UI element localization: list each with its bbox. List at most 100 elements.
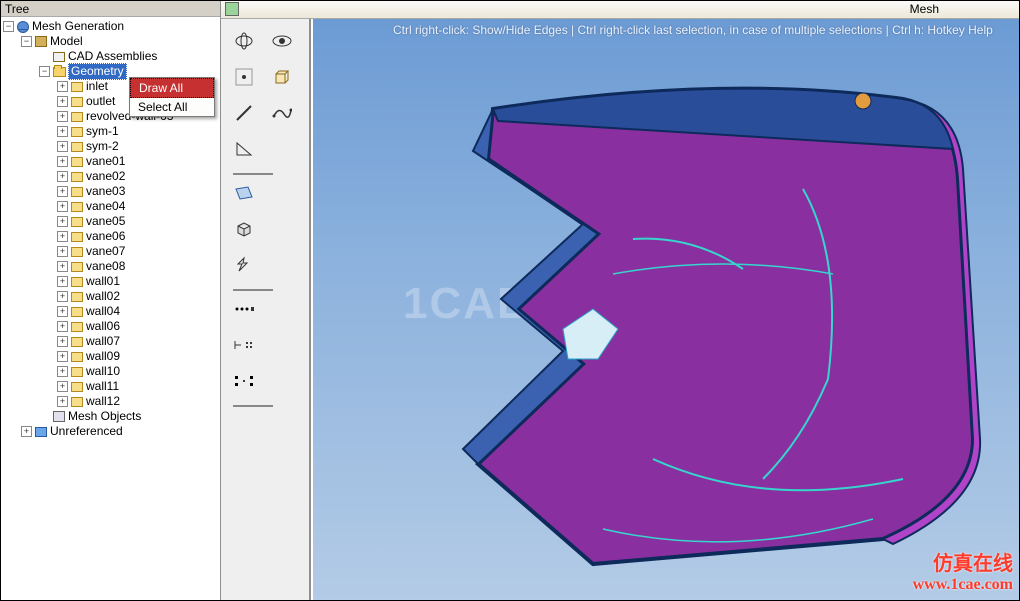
- solid-tool-icon[interactable]: [231, 217, 257, 241]
- triangle-tool-icon[interactable]: [231, 137, 257, 161]
- tree-label: wall12: [85, 394, 121, 409]
- tree-node-geometry-item[interactable]: + wall02: [3, 289, 220, 304]
- globe-icon: [17, 21, 29, 33]
- surface-icon: [71, 187, 83, 197]
- tree-label: wall09: [85, 349, 121, 364]
- tree-node-geometry-item[interactable]: + vane03: [3, 184, 220, 199]
- expand-icon[interactable]: +: [57, 351, 68, 362]
- expand-icon[interactable]: +: [57, 396, 68, 407]
- expand-icon[interactable]: +: [57, 306, 68, 317]
- tree-label: wall07: [85, 334, 121, 349]
- expand-icon[interactable]: +: [57, 201, 68, 212]
- orbit-tool-icon[interactable]: [231, 29, 257, 53]
- eye-tool-icon[interactable]: [269, 29, 295, 53]
- tree-label: wall02: [85, 289, 121, 304]
- expand-icon[interactable]: +: [57, 96, 68, 107]
- tree-node-geometry-item[interactable]: + wall04: [3, 304, 220, 319]
- tree-node-geometry-item[interactable]: +vane04: [3, 199, 220, 214]
- tree-label: wall11: [85, 379, 120, 394]
- surface-icon: [71, 247, 83, 257]
- plane-tool-icon[interactable]: [231, 181, 257, 205]
- tree-node-geometry-item[interactable]: + wall01: [3, 274, 220, 289]
- vertical-toolbox: [221, 19, 311, 600]
- expand-icon[interactable]: −: [21, 36, 32, 47]
- bracket-tool-icon[interactable]: [231, 333, 257, 357]
- tree-node-geometry-item[interactable]: +vane05: [3, 214, 220, 229]
- dots-tool-icon[interactable]: [231, 297, 257, 321]
- menu-item-draw-all[interactable]: Draw All: [130, 78, 214, 98]
- surface-icon: [71, 307, 83, 317]
- folder-icon: [53, 67, 66, 77]
- tree-label: vane03: [85, 184, 126, 199]
- expand-icon[interactable]: +: [57, 111, 68, 122]
- box-tool-icon[interactable]: [269, 65, 295, 89]
- expand-icon[interactable]: +: [57, 321, 68, 332]
- tree-node-model[interactable]: − Model: [3, 34, 220, 49]
- tree-node-root[interactable]: − Mesh Generation: [3, 19, 220, 34]
- tree-label: wall10: [85, 364, 121, 379]
- expand-icon[interactable]: +: [21, 426, 32, 437]
- tree-node-geometry-item[interactable]: + wall10: [3, 364, 220, 379]
- tree-node-geometry-item[interactable]: + wall07: [3, 334, 220, 349]
- expand-icon[interactable]: −: [3, 21, 14, 32]
- expand-icon[interactable]: +: [57, 261, 68, 272]
- tree-node-geometry-item[interactable]: +vane08: [3, 259, 220, 274]
- expand-icon[interactable]: +: [57, 126, 68, 137]
- surface-icon: [71, 367, 83, 377]
- tree-node-geometry-item[interactable]: + wall12: [3, 394, 220, 409]
- surface-icon: [71, 397, 83, 407]
- tree-label: wall04: [85, 304, 121, 319]
- expand-icon[interactable]: +: [57, 291, 68, 302]
- expand-icon[interactable]: +: [57, 366, 68, 377]
- tree-node-geometry-item[interactable]: + sym-2: [3, 139, 220, 154]
- tree-node-geometry-item[interactable]: + wall06: [3, 319, 220, 334]
- expand-icon[interactable]: +: [57, 336, 68, 347]
- expand-icon[interactable]: +: [57, 246, 68, 257]
- expand-icon[interactable]: −: [39, 66, 50, 77]
- tree-label: sym-2: [85, 139, 120, 154]
- viewport-title: Mesh: [910, 2, 939, 16]
- tree-node-geometry-item[interactable]: +vane07: [3, 244, 220, 259]
- tree-label: wall06: [85, 319, 121, 334]
- viewport-titlebar: Mesh: [221, 1, 1019, 19]
- viewport-3d[interactable]: Ctrl right-click: Show/Hide Edges | Ctrl…: [311, 19, 1019, 600]
- surface-icon: [71, 232, 83, 242]
- surface-icon: [71, 352, 83, 362]
- tree-node-geometry-item[interactable]: +vane01: [3, 154, 220, 169]
- surface-icon: [71, 277, 83, 287]
- surface-icon: [71, 157, 83, 167]
- tree-label: vane02: [85, 169, 126, 184]
- expand-icon[interactable]: +: [57, 381, 68, 392]
- expand-icon[interactable]: +: [57, 186, 68, 197]
- curve-tool-icon[interactable]: [269, 101, 295, 125]
- expand-icon[interactable]: +: [57, 141, 68, 152]
- separator-icon: [233, 289, 297, 293]
- expand-icon[interactable]: +: [57, 231, 68, 242]
- expand-icon[interactable]: +: [57, 156, 68, 167]
- tree-label: wall01: [85, 274, 121, 289]
- titlebar-slot-icon: [225, 2, 239, 16]
- handles-tool-icon[interactable]: [231, 369, 257, 393]
- geometry-render: [383, 59, 1003, 579]
- tree-node-geometry-item[interactable]: +vane06: [3, 229, 220, 244]
- tree-node-geometry-item[interactable]: + wall09: [3, 349, 220, 364]
- tree-node-unreferenced[interactable]: + Unreferenced: [3, 424, 220, 439]
- expand-icon[interactable]: +: [57, 81, 68, 92]
- point-tool-icon[interactable]: [231, 65, 257, 89]
- line-tool-icon[interactable]: [231, 101, 257, 125]
- context-menu: Draw All Select All: [129, 77, 215, 117]
- model-icon: [35, 36, 47, 47]
- surface-icon: [71, 172, 83, 182]
- tree-node-geometry-item[interactable]: + vane02: [3, 169, 220, 184]
- menu-item-select-all[interactable]: Select All: [130, 98, 214, 116]
- tree-node-mesh-objects[interactable]: Mesh Objects: [3, 409, 220, 424]
- expand-icon[interactable]: +: [57, 171, 68, 182]
- tree-label: CAD Assemblies: [67, 49, 158, 64]
- expand-icon[interactable]: +: [57, 276, 68, 287]
- shatter-tool-icon[interactable]: [231, 253, 257, 277]
- tree-node-assemblies[interactable]: CAD Assemblies: [3, 49, 220, 64]
- assembly-icon: [53, 52, 65, 62]
- expand-icon[interactable]: +: [57, 216, 68, 227]
- tree-node-geometry-item[interactable]: + wall11: [3, 379, 220, 394]
- tree-node-geometry-item[interactable]: +sym-1: [3, 124, 220, 139]
